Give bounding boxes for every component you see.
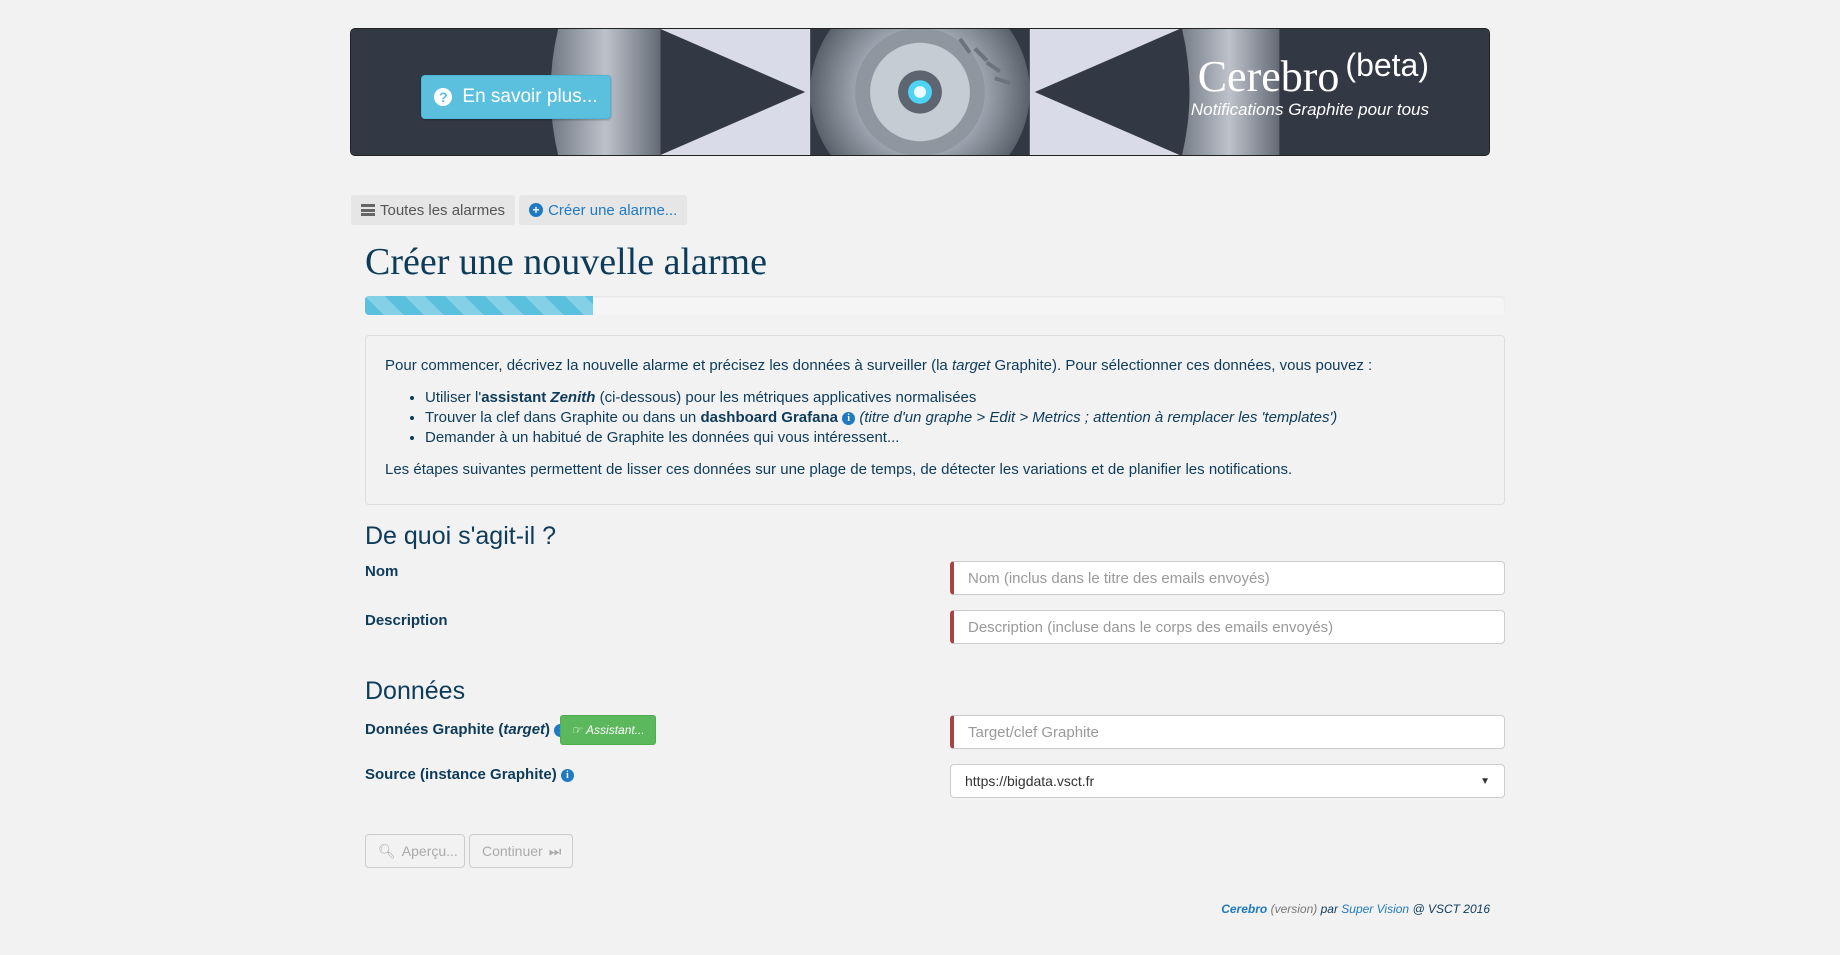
item-text: Trouver la clef dans Graphite ou dans un bbox=[425, 409, 701, 426]
description-field[interactable]: Description (incluse dans le corps des e… bbox=[950, 610, 1505, 644]
brand: Cerebro (beta) Notifications Graphite pou… bbox=[1190, 47, 1429, 120]
target-label-em: target bbox=[503, 721, 546, 738]
zoom-in-icon: 🔍︎ bbox=[378, 842, 396, 859]
item-strong-em: Zenith bbox=[550, 389, 596, 406]
description-placeholder: Description (incluse dans le corps des e… bbox=[968, 618, 1334, 636]
continue-button[interactable]: Continuer ⏭ bbox=[469, 834, 573, 868]
source-selected-value: https://bigdata.vsct.fr bbox=[965, 773, 1095, 789]
brand-title: Cerebro (beta) bbox=[1191, 47, 1429, 102]
continue-label: Continuer bbox=[482, 843, 543, 859]
item-text: Utiliser l' bbox=[425, 389, 482, 406]
target-label-text: Données Graphite ( bbox=[365, 721, 504, 738]
preview-label: Aperçu... bbox=[401, 843, 458, 859]
tab-all-alarms-label: Toutes les alarmes bbox=[380, 201, 506, 219]
footer-version: (version) bbox=[1270, 902, 1318, 916]
target-label: Données Graphite (target) i bbox=[365, 721, 568, 738]
tab-create-alarm[interactable]: + Créer une alarme... bbox=[519, 195, 688, 225]
beta-tag: (beta) bbox=[1345, 47, 1429, 83]
source-label-text: Source (instance Graphite) bbox=[365, 766, 557, 783]
footer-brand-link[interactable]: Cerebro bbox=[1221, 902, 1267, 916]
list-item: Utiliser l'assistant Zenith (ci-dessous)… bbox=[425, 388, 1485, 408]
info-icon[interactable]: i bbox=[842, 412, 856, 425]
assistant-button[interactable]: ☞ Assistant... bbox=[560, 715, 656, 745]
list-icon bbox=[361, 204, 375, 216]
name-field[interactable]: Nom (inclus dans le titre des emails env… bbox=[950, 561, 1505, 595]
source-select[interactable]: https://bigdata.vsct.fr ▼ bbox=[950, 764, 1505, 798]
name-label: Nom bbox=[365, 563, 399, 580]
preview-button[interactable]: 🔍︎ Aperçu... bbox=[365, 834, 465, 868]
footer-team-link[interactable]: Super Vision bbox=[1341, 902, 1409, 916]
app-name: Cerebro bbox=[1197, 52, 1340, 101]
item-hint: (titre d'un graphe > Edit > Metrics ; at… bbox=[855, 409, 1338, 426]
question-circle-icon: ? bbox=[434, 88, 453, 106]
item-strong: assistant bbox=[481, 389, 551, 406]
learn-more-button[interactable]: ? En savoir plus... bbox=[421, 75, 611, 119]
footer: Cerebro (version) par Super Vision @ VSC… bbox=[1221, 902, 1490, 916]
intro-lead: Pour commencer, décrivez la nouvelle ala… bbox=[385, 356, 1485, 376]
tab-create-alarm-label: Créer une alarme... bbox=[548, 201, 678, 219]
info-icon[interactable]: i bbox=[560, 769, 574, 782]
nav-tabs: Toutes les alarmes + Créer une alarme... bbox=[351, 195, 688, 225]
wizard-progress bbox=[365, 296, 1505, 315]
description-label: Description bbox=[365, 612, 448, 629]
section-heading-data: Données bbox=[365, 677, 466, 705]
brand-subtitle: Notifications Graphite pour tous bbox=[1190, 100, 1429, 119]
target-placeholder: Target/clef Graphite bbox=[968, 723, 1099, 741]
chevron-down-icon: ▼ bbox=[1480, 775, 1490, 787]
item-strong: dashboard Grafana bbox=[700, 409, 838, 426]
name-placeholder: Nom (inclus dans le titre des emails env… bbox=[968, 569, 1270, 587]
page-title: Créer une nouvelle alarme bbox=[365, 241, 767, 283]
item-text: Demander à un habitué de Graphite les do… bbox=[425, 429, 900, 446]
assistant-button-label: Assistant... bbox=[586, 723, 645, 737]
item-text: (ci-dessous) pour les métriques applicat… bbox=[595, 389, 977, 406]
source-label: Source (instance Graphite) i bbox=[365, 766, 574, 783]
target-field[interactable]: Target/clef Graphite bbox=[950, 715, 1505, 749]
step-forward-icon: ⏭ bbox=[548, 842, 562, 859]
intro-lead-text: Pour commencer, décrivez la nouvelle ala… bbox=[385, 357, 952, 374]
learn-more-label: En savoir plus... bbox=[462, 86, 598, 107]
intro-panel: Pour commencer, décrivez la nouvelle ala… bbox=[365, 335, 1505, 505]
tab-all-alarms[interactable]: Toutes les alarmes bbox=[351, 195, 516, 225]
intro-list: Utiliser l'assistant Zenith (ci-dessous)… bbox=[406, 388, 1485, 448]
list-item: Trouver la clef dans Graphite ou dans un… bbox=[425, 408, 1485, 428]
intro-lead-emphasis: target bbox=[951, 357, 991, 374]
pointing-hand-icon: ☞ bbox=[571, 723, 583, 737]
section-heading-general: De quoi s'agit-il ? bbox=[365, 522, 556, 550]
list-item: Demander à un habitué de Graphite les do… bbox=[425, 428, 1485, 448]
footer-par: par bbox=[1317, 902, 1342, 916]
plus-circle-icon: + bbox=[529, 203, 544, 217]
intro-lead-text-end: Graphite). Pour sélectionner ces données… bbox=[990, 357, 1373, 374]
footer-copyright: @ VSCT 2016 bbox=[1409, 902, 1490, 916]
intro-closing: Les étapes suivantes permettent de lisse… bbox=[385, 461, 1293, 478]
header-banner: ? En savoir plus... Cerebro (beta) Notifi… bbox=[350, 28, 1490, 156]
wizard-progress-fill bbox=[365, 296, 593, 315]
target-label-end: ) bbox=[545, 721, 551, 738]
